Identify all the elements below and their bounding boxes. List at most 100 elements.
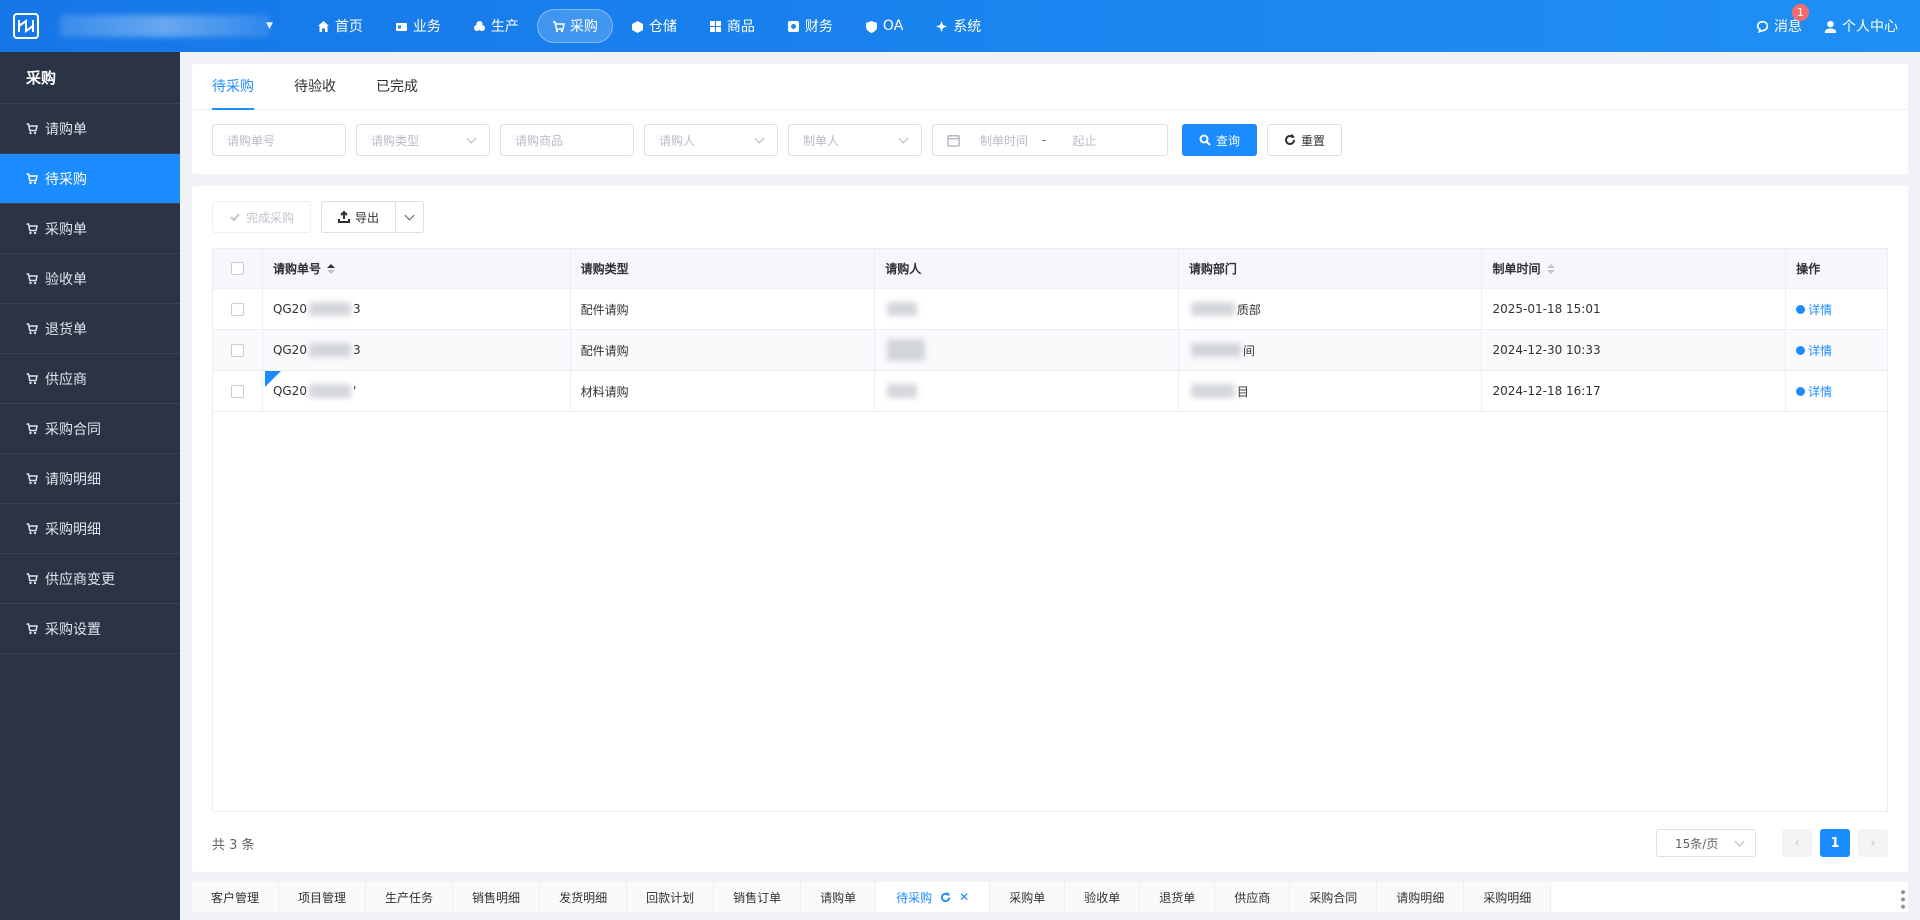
- page-tab-15[interactable]: 采购明细: [1464, 882, 1552, 912]
- chevron-down-icon: [466, 133, 477, 143]
- nav-item-1[interactable]: 业务: [381, 9, 455, 43]
- redacted-text: [1190, 302, 1235, 316]
- department-suffix: 目: [1236, 384, 1249, 399]
- created-time-cell: 2025-01-18 15:01: [1482, 289, 1787, 329]
- page-button[interactable]: 1: [1820, 829, 1850, 857]
- prev-page-button[interactable]: ‹: [1782, 829, 1812, 857]
- check-icon: [230, 213, 240, 222]
- messages-button[interactable]: 消息 1: [1756, 4, 1809, 36]
- detail-link-label: 详情: [1808, 384, 1833, 399]
- sidebar-item-label: 采购合同: [45, 421, 101, 438]
- nav-item-0[interactable]: 首页: [303, 9, 377, 43]
- page-tab-9[interactable]: 采购单: [990, 882, 1066, 912]
- column-header-created-time[interactable]: 制单时间: [1482, 249, 1787, 288]
- page-tab-7[interactable]: 请购单: [801, 882, 877, 912]
- nav-item-label: 业务: [412, 19, 441, 35]
- sidebar-item-label: 待采购: [45, 171, 87, 188]
- sidebar-item-8[interactable]: 采购明细: [0, 504, 180, 554]
- sidebar-item-label: 退货单: [45, 321, 87, 338]
- total-count: 共 3 条: [212, 837, 255, 853]
- page-tab-14[interactable]: 请购明细: [1377, 882, 1465, 912]
- sidebar-item-10[interactable]: 采购设置: [0, 604, 180, 654]
- requester-placeholder: 请购人: [659, 133, 696, 148]
- nav-item-4[interactable]: 仓储: [617, 9, 691, 43]
- sort-icon[interactable]: [1546, 263, 1555, 274]
- refresh-icon[interactable]: [940, 891, 951, 903]
- detail-link[interactable]: 详情: [1796, 383, 1832, 400]
- sidebar-item-6[interactable]: 采购合同: [0, 404, 180, 454]
- column-label: 制单时间: [1492, 262, 1541, 276]
- table-row: QG20 3 配件请购 质部 2025-01-18 15:01 详情: [213, 289, 1887, 330]
- company-caret-icon[interactable]: ▼: [266, 21, 273, 31]
- sidebar-item-0[interactable]: 请购单: [0, 104, 180, 154]
- tab-0[interactable]: 待采购: [212, 64, 254, 110]
- redacted-text: [887, 384, 918, 398]
- page-tab-6[interactable]: 销售订单: [714, 882, 802, 912]
- nav-item-8[interactable]: 系统: [921, 9, 995, 43]
- tab-1[interactable]: 待验收: [294, 64, 336, 110]
- sidebar-item-7[interactable]: 请购明细: [0, 454, 180, 504]
- top-bar: ▼ 首页 业务 生产 采购 仓储 商品 财务 OA 系统 消息 1 个人中心: [0, 0, 1920, 52]
- close-icon[interactable]: ✕: [959, 890, 969, 904]
- type-select[interactable]: 请购类型: [356, 124, 490, 156]
- detail-link[interactable]: 详情: [1796, 301, 1832, 318]
- order-no-input[interactable]: 请购单号: [212, 124, 346, 156]
- refresh-icon: [1285, 134, 1296, 145]
- nav-item-5[interactable]: 商品: [695, 9, 769, 43]
- page-tab-4[interactable]: 发货明细: [540, 882, 628, 912]
- creator-select[interactable]: 制单人: [788, 124, 922, 156]
- row-checkbox[interactable]: [230, 384, 244, 398]
- cart-icon: [26, 422, 38, 434]
- page-tab-8[interactable]: 待采购 ✕: [876, 882, 991, 912]
- page-tab-1[interactable]: 项目管理: [279, 882, 367, 912]
- goods-input[interactable]: 请购商品: [500, 124, 634, 156]
- detail-link[interactable]: 详情: [1796, 342, 1832, 359]
- page-tab-12[interactable]: 供应商: [1215, 882, 1291, 912]
- page-tab-5[interactable]: 回款计划: [627, 882, 715, 912]
- page-size-select[interactable]: 15条/页: [1656, 829, 1756, 857]
- row-checkbox[interactable]: [230, 302, 244, 316]
- select-all-checkbox[interactable]: [230, 262, 244, 275]
- app-logo[interactable]: [0, 0, 52, 52]
- company-name-redacted[interactable]: [60, 15, 270, 37]
- requester-select[interactable]: 请购人: [644, 124, 778, 156]
- search-button[interactable]: 查询: [1182, 124, 1258, 156]
- page-tab-11[interactable]: 退货单: [1140, 882, 1216, 912]
- detail-link-label: 详情: [1808, 343, 1833, 358]
- sidebar-item-1[interactable]: 待采购: [0, 154, 180, 204]
- export-dropdown-button[interactable]: [396, 201, 425, 233]
- sidebar-item-3[interactable]: 验收单: [0, 254, 180, 304]
- sort-icon[interactable]: [326, 263, 335, 274]
- table-row: QG20 ' 材料请购 目 2024-12-18 16:17 详情: [213, 371, 1887, 412]
- complete-purchase-button[interactable]: 完成采购: [212, 201, 312, 233]
- chevron-down-icon: [754, 133, 765, 143]
- page-tab-0[interactable]: 客户管理: [192, 882, 280, 912]
- sidebar-item-4[interactable]: 退货单: [0, 304, 180, 354]
- page-tab-2[interactable]: 生产任务: [366, 882, 454, 912]
- page-tab-13[interactable]: 采购合同: [1290, 882, 1378, 912]
- page-tab-3[interactable]: 销售明细: [453, 882, 541, 912]
- next-page-button[interactable]: ›: [1858, 829, 1888, 857]
- page-tab-10[interactable]: 验收单: [1065, 882, 1141, 912]
- sidebar-item-2[interactable]: 采购单: [0, 204, 180, 254]
- department-cell: 目: [1179, 371, 1483, 411]
- row-checkbox[interactable]: [230, 343, 244, 357]
- messages-badge: 1: [1792, 4, 1809, 21]
- nav-item-7[interactable]: OA: [851, 9, 917, 43]
- reset-button[interactable]: 重置: [1267, 124, 1343, 156]
- sidebar-item-5[interactable]: 供应商: [0, 354, 180, 404]
- nav-item-6[interactable]: 财务: [773, 9, 847, 43]
- profile-button[interactable]: 个人中心: [1824, 16, 1898, 36]
- column-header-order-no[interactable]: 请购单号: [263, 249, 571, 288]
- chevron-down-icon: [404, 210, 415, 220]
- sidebar-item-9[interactable]: 供应商变更: [0, 554, 180, 604]
- export-button[interactable]: 导出: [321, 201, 397, 233]
- nav-item-2[interactable]: 生产: [459, 9, 533, 43]
- column-label: 操作: [1796, 262, 1821, 276]
- page-tab-label: 退货单: [1159, 890, 1196, 905]
- tab-2[interactable]: 已完成: [376, 64, 418, 110]
- more-options-icon[interactable]: •••: [1894, 888, 1910, 910]
- date-range-picker[interactable]: 制单时间 - 起止: [932, 124, 1168, 156]
- cart-icon: [26, 472, 38, 484]
- nav-item-3[interactable]: 采购: [536, 9, 613, 43]
